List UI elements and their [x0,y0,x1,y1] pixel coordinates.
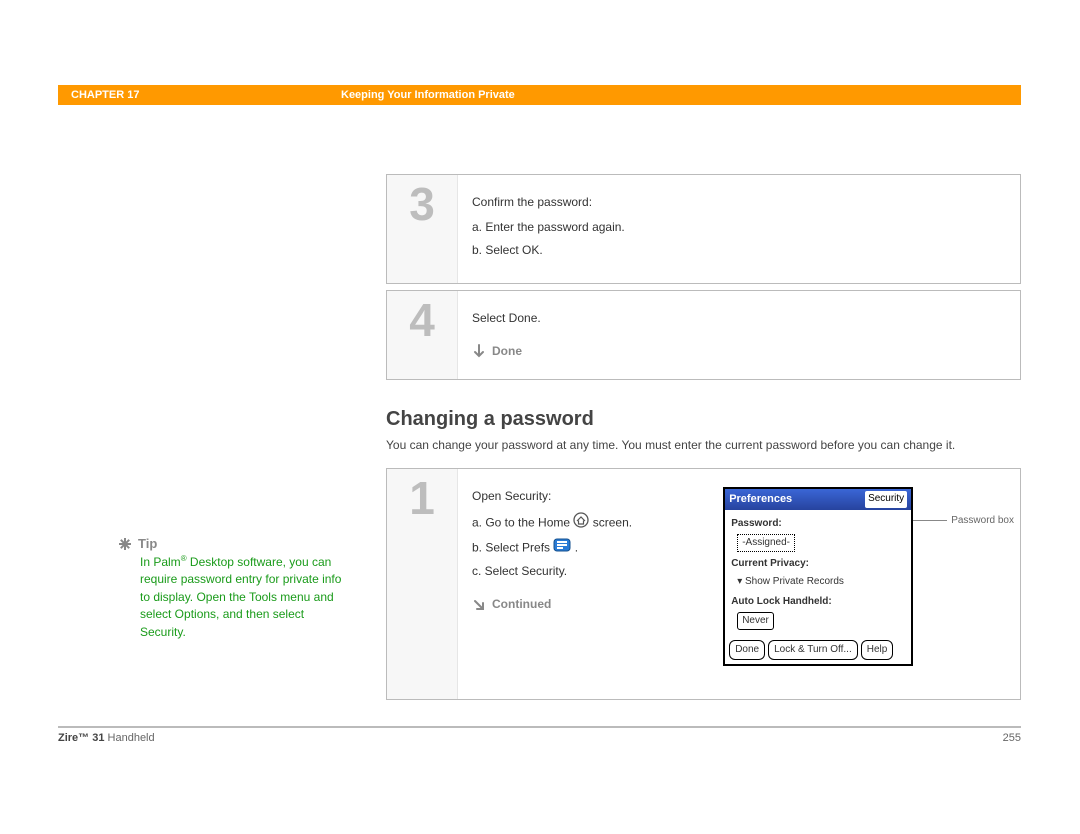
step-lead: Select Done. [472,309,1004,328]
palm-preferences-mock: Preferences Security Password: -Assigned… [723,487,913,667]
home-icon [573,512,589,534]
product-name: Zire™ 31 Handheld [58,732,155,744]
step-item-text: b. Select Prefs [472,540,553,554]
chapter-label: CHAPTER 17 [58,89,341,101]
prefs-icon [553,538,571,558]
step-item: b. Select OK. [472,241,1004,260]
product-name-rest: Handheld [104,732,154,744]
section-title: Changing a password [386,408,1021,431]
step-item-text: . [575,540,578,554]
palm-done-button: Done [729,640,765,660]
step-item: a. Enter the password again. [472,218,1004,237]
page-number: 255 [1003,732,1021,744]
continued-label: Continued [492,595,551,614]
palm-autolock-value: Never [737,612,774,630]
step-item: a. Go to the Home screen. [472,512,732,534]
palm-privacy-text: Show Private Records [745,576,844,587]
step-number: 3 [387,175,458,283]
palm-password-value: -Assigned- [737,534,795,552]
tip-heading: Tip [118,536,348,551]
step-item-text: a. Go to the Home [472,515,573,529]
step-item: c. Select Security. [472,562,732,581]
step-4-box: 4 Select Done. Done [386,290,1021,380]
section-title-header: Keeping Your Information Private [341,89,515,101]
step-1-box: 1 Open Security: a. Go to the Home scree… [386,468,1021,700]
palm-privacy-value: ▾ Show Private Records [737,574,905,590]
palm-autolock-label: Auto Lock Handheld: [731,594,905,610]
tip-body: In Palm® Desktop software, you can requi… [118,553,348,641]
section-desc: You can change your password at any time… [386,437,1021,454]
done-line: Done [472,342,1004,361]
step-number: 1 [387,469,458,699]
done-label: Done [492,342,522,361]
step-item: b. Select Prefs . [472,538,732,558]
continued-arrow-icon [472,598,486,612]
tip-text-prefix: In Palm [140,555,181,569]
product-name-bold: Zire™ 31 [58,732,104,744]
step-lead: Confirm the password: [472,193,1004,212]
step-number: 4 [387,291,458,379]
palm-lock-button: Lock & Turn Off... [768,640,858,660]
asterisk-icon [118,537,132,551]
palm-privacy-label: Current Privacy: [731,556,905,572]
palm-title-right: Security [865,491,907,509]
footer: Zire™ 31 Handheld 255 [58,726,1021,744]
palm-password-label: Password: [731,516,905,532]
step-3-box: 3 Confirm the password: a. Enter the pas… [386,174,1021,284]
header-bar: CHAPTER 17 Keeping Your Information Priv… [58,85,1021,105]
step-item-text: screen. [593,515,632,529]
callout-text: Password box [951,513,1014,529]
password-box-callout: Password box [913,513,1014,529]
tip-label: Tip [138,536,157,551]
tip-block: Tip In Palm® Desktop software, you can r… [118,536,348,641]
down-arrow-icon [472,344,486,358]
palm-help-button: Help [861,640,894,660]
palm-title-left: Preferences [729,491,792,509]
